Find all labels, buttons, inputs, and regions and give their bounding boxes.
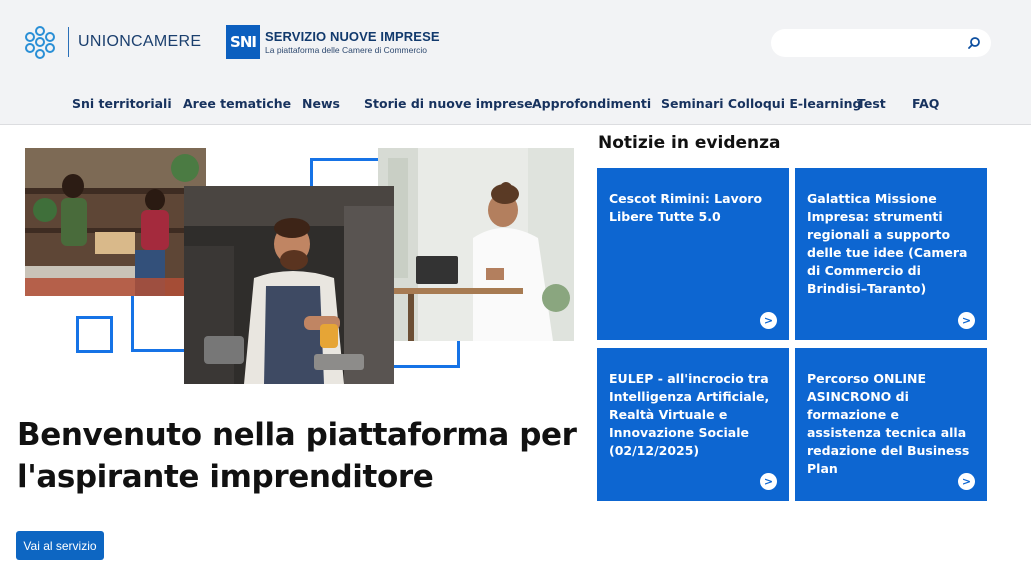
main-nav: Sni territoriali Aree tematiche News Sto… bbox=[0, 92, 1031, 118]
arrow-right-icon[interactable]: > bbox=[958, 473, 975, 490]
sni-logo[interactable]: SNI SERVIZIO NUOVE IMPRESE La piattaform… bbox=[226, 25, 440, 59]
photo-laptop-image bbox=[378, 148, 574, 341]
nav-item-seminari[interactable]: Seminari Colloqui E-learning bbox=[661, 96, 861, 111]
arrow-right-icon[interactable]: > bbox=[958, 312, 975, 329]
brand-divider bbox=[68, 27, 69, 57]
search-icon[interactable] bbox=[966, 35, 982, 51]
search-box bbox=[771, 29, 991, 57]
nav-item-news[interactable]: News bbox=[302, 96, 340, 111]
news-card[interactable]: EULEP - all'incrocio tra Intelligenza Ar… bbox=[597, 348, 789, 501]
nav-item-approfondimenti[interactable]: Approfondimenti bbox=[532, 96, 651, 111]
hero-title: Benvenuto nella piattaforma per l'aspira… bbox=[17, 414, 577, 498]
arrow-right-icon[interactable]: > bbox=[760, 312, 777, 329]
photo-shop-owners bbox=[25, 148, 206, 296]
photo-chef-image bbox=[184, 186, 394, 384]
nav-item-test[interactable]: Test bbox=[857, 96, 886, 111]
photo-shop-image bbox=[25, 148, 206, 296]
news-card-title: Cescot Rimini: Lavoro Libere Tutte 5.0 bbox=[609, 191, 763, 224]
photo-woman-laptop bbox=[378, 148, 574, 341]
nav-item-storie-nuove-imprese[interactable]: Storie di nuove imprese bbox=[364, 96, 533, 111]
site-header: UNIONCAMERE SNI SERVIZIO NUOVE IMPRESE L… bbox=[0, 0, 1031, 125]
sni-logo-mark: SNI bbox=[226, 25, 260, 59]
unioncamere-logo[interactable]: UNIONCAMERE bbox=[22, 24, 201, 60]
nav-item-sni-territoriali[interactable]: Sni territoriali bbox=[72, 96, 172, 111]
search-input[interactable] bbox=[783, 33, 963, 53]
news-card[interactable]: Percorso ONLINE ASINCRONO di formazione … bbox=[795, 348, 987, 501]
news-heading: Notizie in evidenza bbox=[598, 133, 781, 153]
nav-item-faq[interactable]: FAQ bbox=[912, 96, 939, 111]
sni-subtitle: La piattaforma delle Camere di Commercio bbox=[265, 45, 428, 55]
hero-title-line1: Benvenuto nella piattaforma per bbox=[17, 417, 577, 453]
news-card-title: Galattica Missione Impresa: strumenti re… bbox=[807, 191, 968, 296]
hero-collage bbox=[0, 126, 590, 396]
nav-item-aree-tematiche[interactable]: Aree tematiche bbox=[183, 96, 291, 111]
decor-square-small bbox=[76, 316, 113, 353]
brand-name: UNIONCAMERE bbox=[78, 33, 202, 50]
unioncamere-emblem-icon bbox=[25, 26, 55, 59]
news-card-title: EULEP - all'incrocio tra Intelligenza Ar… bbox=[609, 371, 770, 458]
sni-title: SERVIZIO NUOVE IMPRESE bbox=[265, 29, 440, 44]
vai-al-servizio-button[interactable]: Vai al servizio bbox=[16, 531, 104, 560]
hero-title-line2: l'aspirante imprenditore bbox=[17, 459, 434, 495]
arrow-right-icon[interactable]: > bbox=[760, 473, 777, 490]
news-card[interactable]: Cescot Rimini: Lavoro Libere Tutte 5.0 > bbox=[597, 168, 789, 340]
photo-chef-cooking bbox=[184, 186, 394, 384]
news-card[interactable]: Galattica Missione Impresa: strumenti re… bbox=[795, 168, 987, 340]
news-card-title: Percorso ONLINE ASINCRONO di formazione … bbox=[807, 371, 970, 476]
